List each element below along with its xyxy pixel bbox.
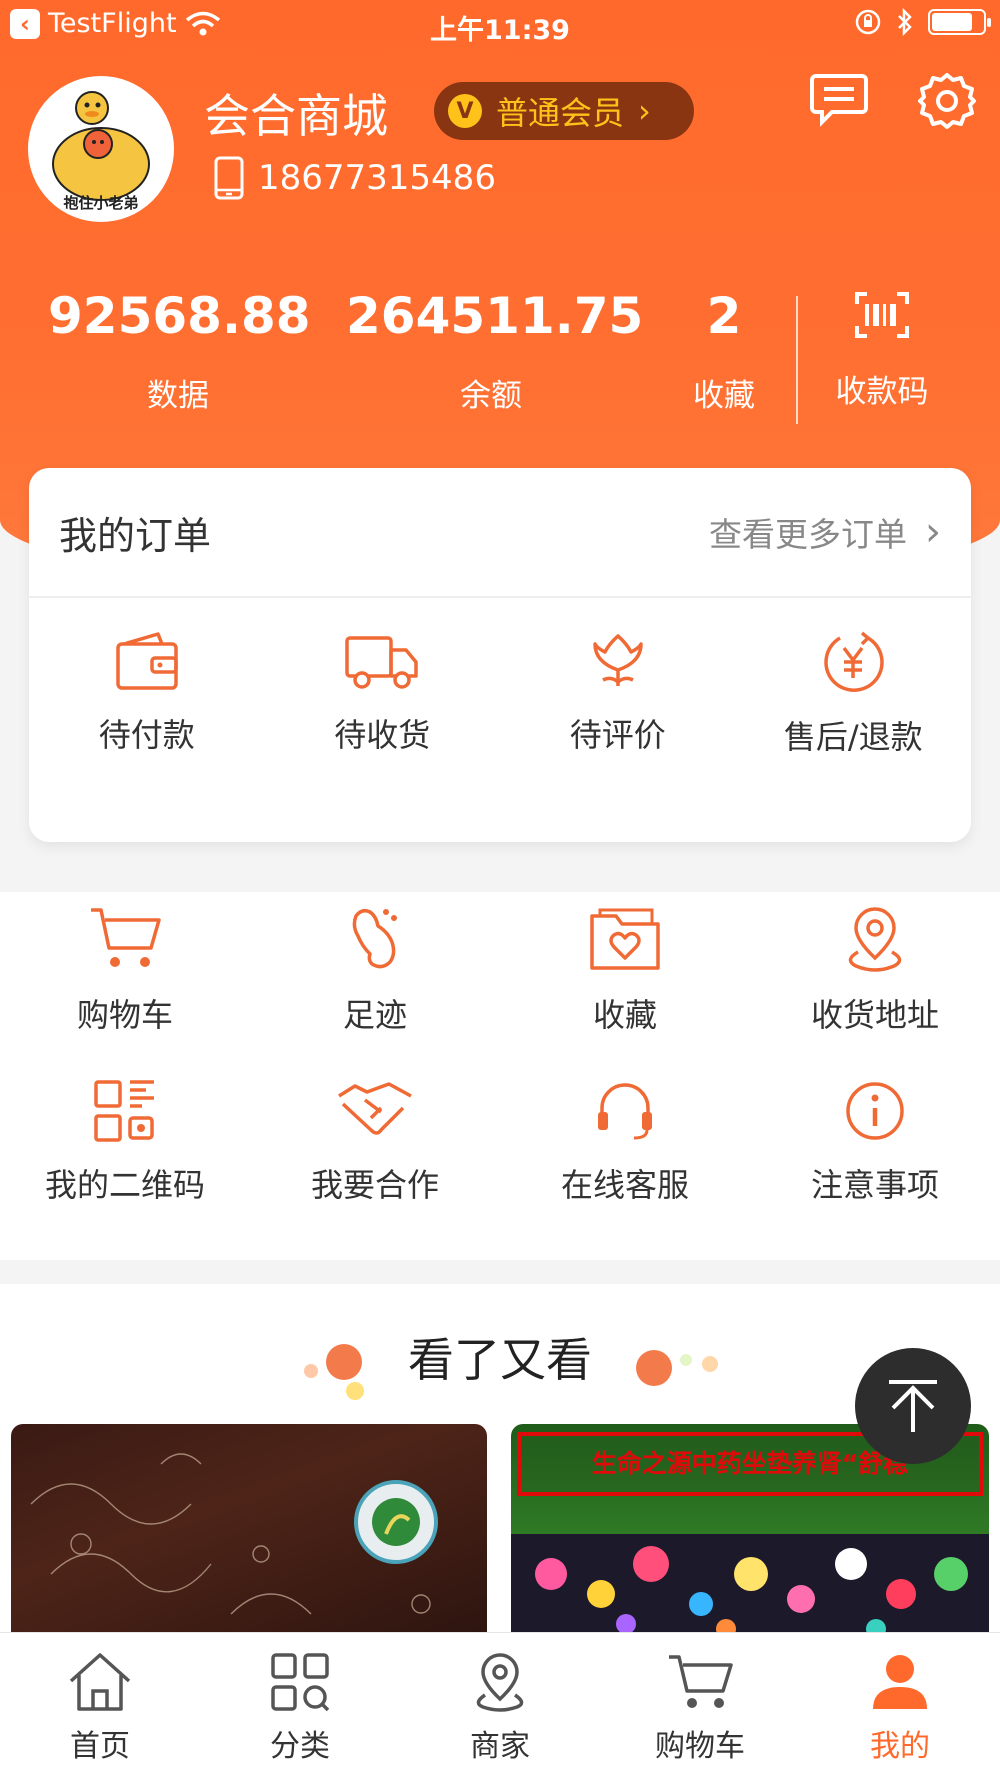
- payment-code-label: 收款码: [835, 374, 929, 410]
- tab-category-label: 分类: [270, 1729, 330, 1764]
- decor-dot: [636, 1350, 672, 1386]
- wallet-icon: [116, 632, 178, 690]
- avatar-caption: 抱住小老弟: [63, 194, 138, 212]
- stat-favorites-label: 收藏: [693, 378, 755, 414]
- order-pending-receipt[interactable]: 待收货: [265, 630, 501, 758]
- service-customer-support-label: 在线客服: [560, 1166, 689, 1204]
- stat-divider: [796, 296, 798, 424]
- tab-cart[interactable]: 购物车: [600, 1633, 800, 1778]
- view-more-orders-label: 查看更多订单: [709, 515, 907, 554]
- service-notice-label: 注意事项: [810, 1166, 939, 1204]
- gear-icon[interactable]: [918, 72, 976, 130]
- store-name: 会合商城: [204, 89, 388, 143]
- heart-folder-icon: [590, 908, 660, 970]
- stat-favorites[interactable]: 2 收藏: [664, 286, 784, 415]
- stat-data[interactable]: 92568.88 数据: [48, 286, 311, 415]
- headset-icon: [598, 1083, 652, 1140]
- chevron-right-icon: ›: [638, 92, 651, 130]
- flower-icon: [593, 634, 643, 686]
- recommend-title: 看了又看: [408, 1333, 592, 1387]
- stat-data-value: 92568.88: [48, 287, 311, 345]
- bluetooth-icon: [898, 8, 912, 36]
- tab-mine-label: 我的: [870, 1729, 930, 1764]
- service-footprint-label: 足迹: [342, 996, 407, 1034]
- member-badge[interactable]: V 普通会员 ›: [434, 82, 694, 140]
- tab-cart-label: 购物车: [655, 1729, 745, 1764]
- service-cart[interactable]: 购物车: [0, 904, 250, 1078]
- order-after-sales-label: 售后/退款: [783, 718, 923, 756]
- user-icon: [873, 1655, 927, 1709]
- home-icon: [69, 1653, 131, 1711]
- tab-merchant[interactable]: 商家: [400, 1633, 600, 1778]
- yen-refund-icon: [824, 631, 884, 692]
- tab-home[interactable]: 首页: [0, 1633, 200, 1778]
- decor-dot: [702, 1356, 718, 1372]
- barcode-icon: [855, 292, 909, 338]
- view-more-orders-link[interactable]: 查看更多订单 ›: [709, 508, 941, 556]
- stat-balance-value: 264511.75: [346, 287, 644, 345]
- truck-icon: [345, 636, 418, 689]
- service-favorites-label: 收藏: [592, 996, 657, 1034]
- stat-balance[interactable]: 264511.75 余额: [346, 286, 644, 415]
- order-pending-review-label: 待评价: [569, 716, 666, 754]
- category-icon: [271, 1653, 330, 1712]
- vip-icon: V: [448, 94, 482, 128]
- avatar-image: 抱住小老弟: [32, 80, 170, 218]
- service-qr-code[interactable]: 我的二维码: [0, 1078, 250, 1252]
- service-customer-support[interactable]: 在线客服: [500, 1078, 750, 1252]
- payment-code[interactable]: 收款码: [812, 290, 952, 411]
- service-address[interactable]: 收货地址: [750, 904, 1000, 1078]
- footprint-icon: [352, 908, 397, 969]
- orders-card: 我的订单 查看更多订单 › 待付款 待收货 待评价 售后/退款: [29, 468, 971, 842]
- order-after-sales[interactable]: 售后/退款: [736, 630, 972, 758]
- phone-number: 18677315486: [258, 158, 496, 198]
- phone-icon: [214, 156, 244, 200]
- phone-row: 18677315486: [214, 156, 496, 200]
- service-cart-label: 购物车: [76, 996, 173, 1034]
- service-favorites[interactable]: 收藏: [500, 904, 750, 1078]
- chevron-right-icon: ›: [925, 509, 941, 555]
- service-qr-code-label: 我的二维码: [44, 1166, 205, 1204]
- location-icon: [848, 907, 902, 972]
- service-address-label: 收货地址: [810, 996, 939, 1034]
- battery-icon: [928, 9, 991, 35]
- handshake-icon: [338, 1082, 412, 1135]
- cart-icon: [91, 908, 161, 967]
- recommend-section: 看了又看 生命之源中药坐垫养肾“舒稳: [0, 1284, 1000, 1644]
- tab-bar: 首页 分类 商家 购物车 我的: [0, 1632, 1000, 1778]
- member-level-label: 普通会员: [496, 94, 625, 132]
- order-pending-review[interactable]: 待评价: [500, 630, 736, 758]
- service-footprint[interactable]: 足迹: [250, 904, 500, 1078]
- stat-favorites-value: 2: [706, 287, 742, 345]
- merchant-location-icon: [476, 1653, 524, 1712]
- service-cooperate-label: 我要合作: [310, 1166, 439, 1204]
- decor-dot: [680, 1354, 692, 1366]
- scroll-to-top-button[interactable]: [855, 1348, 971, 1464]
- product-card-1[interactable]: [11, 1424, 487, 1644]
- status-time: 上午11:39: [430, 15, 570, 46]
- service-cooperate[interactable]: 我要合作: [250, 1078, 500, 1252]
- qr-code-icon: [94, 1080, 154, 1142]
- stat-data-label: 数据: [147, 378, 209, 414]
- status-bar: ‹ TestFlight 上午11:39: [0, 0, 1000, 52]
- tab-home-label: 首页: [70, 1729, 130, 1764]
- product-image-1: [30, 1453, 438, 1615]
- service-notice[interactable]: 注意事项: [750, 1078, 1000, 1252]
- orders-title: 我的订单: [59, 513, 212, 558]
- tab-mine[interactable]: 我的: [800, 1633, 1000, 1778]
- info-icon: [846, 1082, 904, 1140]
- stat-balance-label: 余额: [460, 378, 522, 414]
- tab-category[interactable]: 分类: [200, 1633, 400, 1778]
- order-pending-payment[interactable]: 待付款: [29, 630, 265, 758]
- avatar[interactable]: 抱住小老弟: [28, 76, 174, 222]
- rotation-lock-icon: [855, 9, 881, 35]
- arrow-up-icon: [889, 1380, 937, 1432]
- tab-merchant-label: 商家: [470, 1729, 530, 1764]
- cart-icon: [669, 1655, 733, 1708]
- message-icon[interactable]: [810, 72, 868, 128]
- order-pending-payment-label: 待付款: [98, 716, 195, 754]
- order-pending-receipt-label: 待收货: [334, 716, 431, 754]
- services-grid: 购物车 足迹 收藏 收货地址 我的二维码 我要合作 在线客服 注意事项: [0, 892, 1000, 1260]
